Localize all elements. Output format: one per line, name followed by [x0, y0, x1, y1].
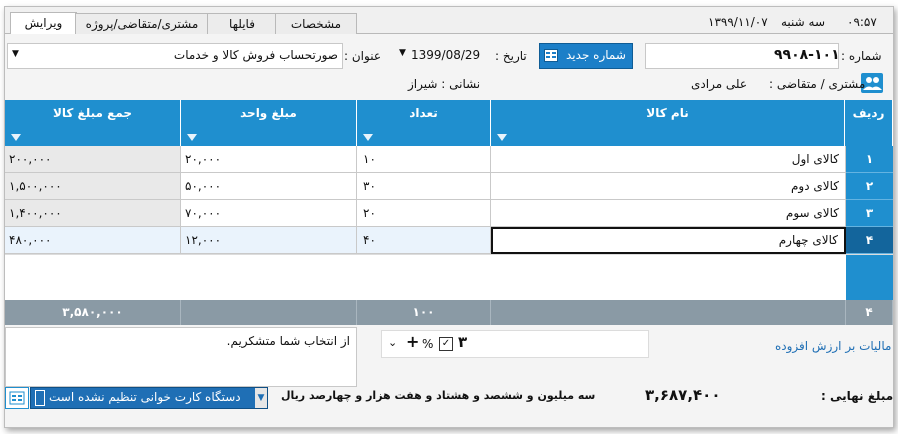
cell-qty[interactable]: ۲۰ — [357, 200, 491, 227]
row-number[interactable]: ۲ — [846, 173, 893, 200]
chevron-down-icon: ▼ — [12, 49, 19, 59]
tax-label[interactable]: مالیات بر ارزش افزوده — [775, 339, 891, 353]
chevron-down-icon[interactable]: ▼ — [255, 388, 267, 408]
filter-icon[interactable] — [497, 134, 507, 141]
bottom-panel: از انتخاب شما متشکریم. ⌄ + % ✓ ۳ مالیات … — [5, 325, 893, 387]
note-textarea[interactable]: از انتخاب شما متشکریم. — [5, 327, 357, 387]
invoice-window: ۰۹:۵۷ سه شنبه ۱۳۹۹/۱۱/۰۷ ویرایش مشتری/مت… — [4, 6, 894, 428]
date-label: تاریخ : — [495, 49, 527, 63]
title-value: صورتحساب فروش کالا و خدمات — [173, 48, 338, 62]
tab-files[interactable]: فایلها — [207, 13, 277, 34]
footer-qty: ۱۰۰ — [357, 300, 491, 325]
number-label: شماره : — [841, 49, 882, 63]
card-reader-icon — [35, 390, 45, 406]
date-value: 1399/08/29 — [411, 48, 481, 62]
footer-unit-blank — [181, 300, 357, 325]
cell-name-active[interactable]: کالای چهارم — [491, 227, 846, 254]
filter-icon[interactable] — [187, 134, 197, 141]
clock-day: سه شنبه — [781, 15, 826, 29]
cell-name[interactable]: کالای اول — [491, 146, 846, 173]
cell-qty[interactable]: ۱۰ — [357, 146, 491, 173]
chevron-down-icon: ▼ — [399, 48, 406, 58]
row-number[interactable]: ۴ — [846, 227, 893, 254]
cell-qty[interactable]: ۳۰ — [357, 173, 491, 200]
cell-unit-price[interactable]: ۷۰,۰۰۰ — [181, 200, 357, 227]
grid-empty-area — [5, 254, 893, 301]
number-value: ۹۹۰۸-۱۰۱ — [774, 47, 840, 63]
row-number[interactable]: ۱ — [846, 146, 893, 173]
column-header-unit-price[interactable]: مبلغ واحد — [181, 100, 357, 146]
column-header-qty[interactable]: تعداد — [357, 100, 491, 146]
cell-total[interactable]: ۱,۵۰۰,۰۰۰ — [5, 173, 181, 200]
settings-icon[interactable] — [5, 387, 29, 409]
footer-total: ۳,۵۸۰,۰۰۰ — [5, 300, 181, 325]
tab-specifications[interactable]: مشخصات — [275, 13, 357, 34]
plus-button[interactable]: + — [406, 332, 419, 351]
percent-sign: % — [422, 337, 434, 351]
tab-bar: ۰۹:۵۷ سه شنبه ۱۳۹۹/۱۱/۰۷ ویرایش مشتری/مت… — [5, 7, 893, 34]
title-label: عنوان : — [344, 49, 381, 63]
column-header-row[interactable]: ردیف — [845, 100, 893, 146]
number-field[interactable]: ۹۹۰۸-۱۰۱ — [645, 43, 840, 69]
clock-time: ۰۹:۵۷ — [847, 15, 877, 29]
column-header-name[interactable]: نام کالا — [491, 100, 845, 146]
grid-rows: ۱ کالای اول ۱۰ ۲۰,۰۰۰ ۲۰۰,۰۰۰ ۲ کالای دو… — [5, 146, 893, 254]
new-number-label: شماره جدید — [566, 48, 626, 62]
date-picker[interactable]: 1399/08/29 ▼ — [397, 43, 491, 67]
cell-unit-price[interactable]: ۲۰,۰۰۰ — [181, 146, 357, 173]
card-reader-select[interactable]: دستگاه کارت خوانی تنظیم نشده است ▼ — [30, 387, 268, 409]
card-reader-status: دستگاه کارت خوانی تنظیم نشده است — [49, 390, 241, 404]
final-words: سه میلیون و ششصد و هشتاد و هفت هزار و چه… — [281, 389, 596, 402]
filter-icon[interactable] — [363, 134, 373, 141]
cell-total[interactable]: ۲۰۰,۰۰۰ — [5, 146, 181, 173]
new-number-button[interactable]: شماره جدید — [539, 43, 633, 69]
cell-total[interactable]: ۴۸۰,۰۰۰ — [5, 227, 181, 254]
clock-date: ۱۳۹۹/۱۱/۰۷ — [708, 15, 768, 29]
customer-address: نشانی : شیراز — [408, 77, 481, 91]
title-select[interactable]: ▼ صورتحساب فروش کالا و خدمات — [7, 43, 343, 69]
filter-icon[interactable] — [11, 134, 21, 141]
cell-unit-price[interactable]: ۱۲,۰۰۰ — [181, 227, 357, 254]
cell-unit-price[interactable]: ۵۰,۰۰۰ — [181, 173, 357, 200]
tax-percent[interactable]: ۳ — [458, 333, 467, 351]
final-value: ۳,۶۸۷,۴۰۰ — [645, 386, 721, 404]
footer-count: ۴ — [846, 300, 893, 325]
form-icon — [544, 49, 558, 62]
customer-name: علی مرادی — [691, 77, 748, 91]
footer-name-blank — [491, 300, 846, 325]
chevron-down-icon[interactable]: ⌄ — [388, 336, 397, 349]
row-number[interactable]: ۳ — [846, 200, 893, 227]
tax-controls: ⌄ + % ✓ ۳ — [381, 330, 649, 358]
row-header-column — [846, 255, 893, 301]
note-text: از انتخاب شما متشکریم. — [226, 334, 350, 348]
cell-qty[interactable]: ۴۰ — [357, 227, 491, 254]
customer-label: مشتری / متقاضی : — [769, 77, 866, 91]
final-label: مبلغ نهایی : — [821, 389, 894, 403]
cell-total[interactable]: ۱,۴۰۰,۰۰۰ — [5, 200, 181, 227]
cell-name[interactable]: کالای سوم — [491, 200, 846, 227]
tab-edit[interactable]: ویرایش — [10, 12, 77, 34]
cell-name[interactable]: کالای دوم — [491, 173, 846, 200]
tax-checkbox[interactable]: ✓ — [439, 337, 453, 351]
tab-customer-project[interactable]: مشتری/متقاضی/پروژه — [75, 13, 209, 34]
column-header-total[interactable]: جمع مبلغ کالا — [5, 100, 181, 146]
